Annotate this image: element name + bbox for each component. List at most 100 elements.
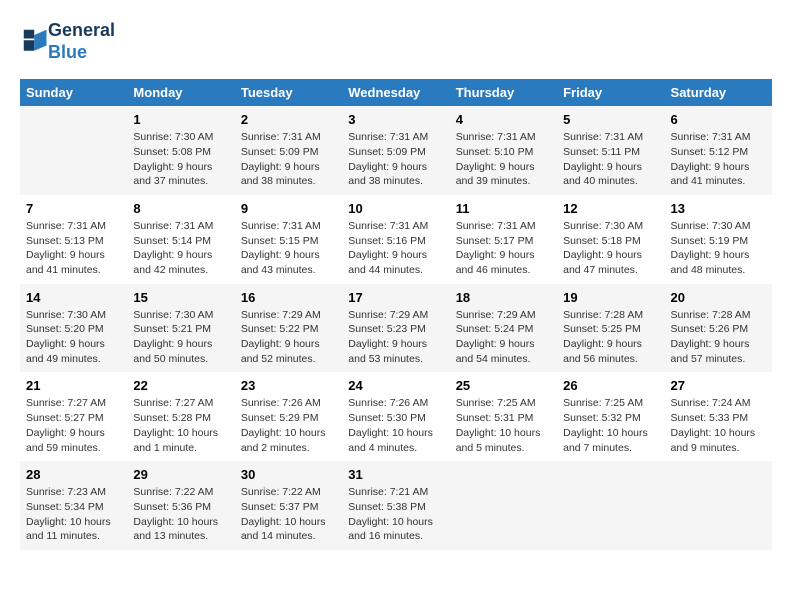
- week-row-1: 1 Sunrise: 7:30 AM Sunset: 5:08 PM Daylig…: [20, 106, 772, 195]
- calendar-cell: 23 Sunrise: 7:26 AM Sunset: 5:29 PM Dayli…: [235, 372, 342, 461]
- day-number: 28: [26, 467, 121, 482]
- column-header-sunday: Sunday: [20, 79, 127, 106]
- calendar-cell: 14 Sunrise: 7:30 AM Sunset: 5:20 PM Dayli…: [20, 284, 127, 373]
- day-info: Sunrise: 7:29 AM Sunset: 5:24 PM Dayligh…: [456, 308, 551, 367]
- day-info: Sunrise: 7:26 AM Sunset: 5:29 PM Dayligh…: [241, 396, 336, 455]
- day-number: 3: [348, 112, 443, 127]
- day-info: Sunrise: 7:30 AM Sunset: 5:20 PM Dayligh…: [26, 308, 121, 367]
- day-number: 31: [348, 467, 443, 482]
- column-header-thursday: Thursday: [450, 79, 557, 106]
- day-info: Sunrise: 7:30 AM Sunset: 5:08 PM Dayligh…: [133, 130, 228, 189]
- day-info: Sunrise: 7:27 AM Sunset: 5:27 PM Dayligh…: [26, 396, 121, 455]
- logo-text: General Blue: [48, 20, 115, 63]
- day-info: Sunrise: 7:31 AM Sunset: 5:14 PM Dayligh…: [133, 219, 228, 278]
- calendar-cell: 24Sunrise: 7:26 AM Sunset: 5:30 PM Dayli…: [342, 372, 449, 461]
- day-info: Sunrise: 7:30 AM Sunset: 5:18 PM Dayligh…: [563, 219, 658, 278]
- day-info: Sunrise: 7:29 AM Sunset: 5:23 PM Dayligh…: [348, 308, 443, 367]
- day-info: Sunrise: 7:24 AM Sunset: 5:33 PM Dayligh…: [671, 396, 766, 455]
- day-info: Sunrise: 7:25 AM Sunset: 5:31 PM Dayligh…: [456, 396, 551, 455]
- day-number: 17: [348, 290, 443, 305]
- day-number: 24: [348, 378, 443, 393]
- column-header-monday: Monday: [127, 79, 234, 106]
- header-row: SundayMondayTuesdayWednesdayThursdayFrid…: [20, 79, 772, 106]
- day-info: Sunrise: 7:31 AM Sunset: 5:09 PM Dayligh…: [241, 130, 336, 189]
- day-number: 26: [563, 378, 658, 393]
- day-info: Sunrise: 7:28 AM Sunset: 5:25 PM Dayligh…: [563, 308, 658, 367]
- calendar-cell: 19 Sunrise: 7:28 AM Sunset: 5:25 PM Dayli…: [557, 284, 664, 373]
- calendar-cell: 6 Sunrise: 7:31 AM Sunset: 5:12 PM Daylig…: [665, 106, 772, 195]
- week-row-5: 28 Sunrise: 7:23 AM Sunset: 5:34 PM Dayli…: [20, 461, 772, 550]
- day-number: 19: [563, 290, 658, 305]
- day-number: 27: [671, 378, 766, 393]
- day-info: Sunrise: 7:31 AM Sunset: 5:11 PM Dayligh…: [563, 130, 658, 189]
- calendar-cell: 29 Sunrise: 7:22 AM Sunset: 5:36 PM Dayli…: [127, 461, 234, 550]
- day-info: Sunrise: 7:31 AM Sunset: 5:16 PM Dayligh…: [348, 219, 443, 278]
- calendar-cell: 9 Sunrise: 7:31 AM Sunset: 5:15 PM Daylig…: [235, 195, 342, 284]
- calendar-cell: 13 Sunrise: 7:30 AM Sunset: 5:19 PM Dayli…: [665, 195, 772, 284]
- logo-icon: [22, 28, 50, 56]
- calendar-cell: 16 Sunrise: 7:29 AM Sunset: 5:22 PM Dayli…: [235, 284, 342, 373]
- day-info: Sunrise: 7:30 AM Sunset: 5:19 PM Dayligh…: [671, 219, 766, 278]
- day-info: Sunrise: 7:25 AM Sunset: 5:32 PM Dayligh…: [563, 396, 658, 455]
- day-number: 11: [456, 201, 551, 216]
- week-row-3: 14 Sunrise: 7:30 AM Sunset: 5:20 PM Dayli…: [20, 284, 772, 373]
- calendar-cell: [20, 106, 127, 195]
- day-info: Sunrise: 7:22 AM Sunset: 5:37 PM Dayligh…: [241, 485, 336, 544]
- calendar-cell: 30Sunrise: 7:22 AM Sunset: 5:37 PM Dayli…: [235, 461, 342, 550]
- calendar-cell: 17 Sunrise: 7:29 AM Sunset: 5:23 PM Dayli…: [342, 284, 449, 373]
- day-number: 2: [241, 112, 336, 127]
- day-number: 1: [133, 112, 228, 127]
- day-number: 14: [26, 290, 121, 305]
- logo: General Blue: [20, 20, 115, 63]
- calendar-cell: 11 Sunrise: 7:31 AM Sunset: 5:17 PM Dayli…: [450, 195, 557, 284]
- day-number: 10: [348, 201, 443, 216]
- week-row-2: 7 Sunrise: 7:31 AM Sunset: 5:13 PM Daylig…: [20, 195, 772, 284]
- day-info: Sunrise: 7:31 AM Sunset: 5:10 PM Dayligh…: [456, 130, 551, 189]
- day-info: Sunrise: 7:31 AM Sunset: 5:17 PM Dayligh…: [456, 219, 551, 278]
- day-info: Sunrise: 7:21 AM Sunset: 5:38 PM Dayligh…: [348, 485, 443, 544]
- calendar-cell: 3 Sunrise: 7:31 AM Sunset: 5:09 PM Daylig…: [342, 106, 449, 195]
- column-header-wednesday: Wednesday: [342, 79, 449, 106]
- day-info: Sunrise: 7:29 AM Sunset: 5:22 PM Dayligh…: [241, 308, 336, 367]
- calendar-cell: 27 Sunrise: 7:24 AM Sunset: 5:33 PM Dayli…: [665, 372, 772, 461]
- day-info: Sunrise: 7:23 AM Sunset: 5:34 PM Dayligh…: [26, 485, 121, 544]
- day-number: 5: [563, 112, 658, 127]
- day-info: Sunrise: 7:27 AM Sunset: 5:28 PM Dayligh…: [133, 396, 228, 455]
- day-number: 20: [671, 290, 766, 305]
- calendar-cell: 5 Sunrise: 7:31 AM Sunset: 5:11 PM Daylig…: [557, 106, 664, 195]
- week-row-4: 21 Sunrise: 7:27 AM Sunset: 5:27 PM Dayli…: [20, 372, 772, 461]
- day-info: Sunrise: 7:22 AM Sunset: 5:36 PM Dayligh…: [133, 485, 228, 544]
- day-number: 7: [26, 201, 121, 216]
- day-number: 16: [241, 290, 336, 305]
- day-info: Sunrise: 7:31 AM Sunset: 5:13 PM Dayligh…: [26, 219, 121, 278]
- day-number: 23: [241, 378, 336, 393]
- day-info: Sunrise: 7:31 AM Sunset: 5:15 PM Dayligh…: [241, 219, 336, 278]
- calendar-cell: 10 Sunrise: 7:31 AM Sunset: 5:16 PM Dayli…: [342, 195, 449, 284]
- calendar-cell: 31 Sunrise: 7:21 AM Sunset: 5:38 PM Dayli…: [342, 461, 449, 550]
- day-number: 12: [563, 201, 658, 216]
- calendar-cell: 26 Sunrise: 7:25 AM Sunset: 5:32 PM Dayli…: [557, 372, 664, 461]
- calendar-cell: 18 Sunrise: 7:29 AM Sunset: 5:24 PM Dayli…: [450, 284, 557, 373]
- day-info: Sunrise: 7:31 AM Sunset: 5:09 PM Dayligh…: [348, 130, 443, 189]
- day-number: 18: [456, 290, 551, 305]
- day-info: Sunrise: 7:28 AM Sunset: 5:26 PM Dayligh…: [671, 308, 766, 367]
- calendar-cell: [450, 461, 557, 550]
- day-number: 6: [671, 112, 766, 127]
- page-header: General Blue: [20, 20, 772, 63]
- calendar-cell: 1 Sunrise: 7:30 AM Sunset: 5:08 PM Daylig…: [127, 106, 234, 195]
- column-header-friday: Friday: [557, 79, 664, 106]
- calendar-cell: 21 Sunrise: 7:27 AM Sunset: 5:27 PM Dayli…: [20, 372, 127, 461]
- calendar-cell: 28 Sunrise: 7:23 AM Sunset: 5:34 PM Dayli…: [20, 461, 127, 550]
- column-header-tuesday: Tuesday: [235, 79, 342, 106]
- day-number: 21: [26, 378, 121, 393]
- column-header-saturday: Saturday: [665, 79, 772, 106]
- day-number: 29: [133, 467, 228, 482]
- calendar-cell: 12 Sunrise: 7:30 AM Sunset: 5:18 PM Dayli…: [557, 195, 664, 284]
- day-number: 9: [241, 201, 336, 216]
- calendar-cell: 25Sunrise: 7:25 AM Sunset: 5:31 PM Dayli…: [450, 372, 557, 461]
- calendar-body: 1 Sunrise: 7:30 AM Sunset: 5:08 PM Daylig…: [20, 106, 772, 550]
- calendar-cell: 2 Sunrise: 7:31 AM Sunset: 5:09 PM Daylig…: [235, 106, 342, 195]
- calendar-cell: 15Sunrise: 7:30 AM Sunset: 5:21 PM Dayli…: [127, 284, 234, 373]
- day-info: Sunrise: 7:31 AM Sunset: 5:12 PM Dayligh…: [671, 130, 766, 189]
- day-number: 13: [671, 201, 766, 216]
